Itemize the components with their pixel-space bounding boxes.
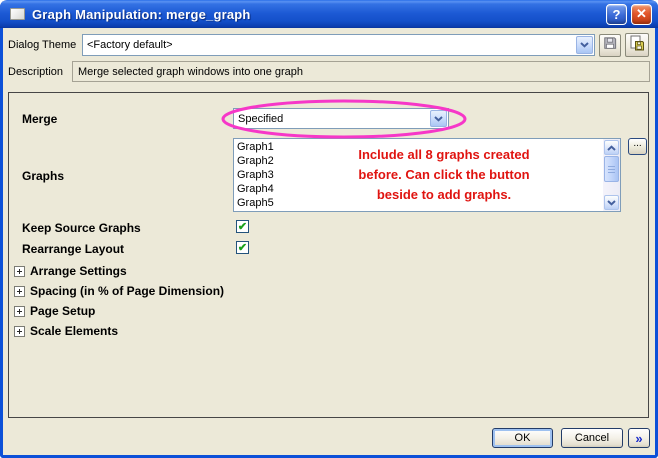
red-note-line: beside to add graphs. bbox=[292, 185, 596, 205]
dialog-theme-value: <Factory default> bbox=[83, 39, 575, 51]
window-icon bbox=[10, 8, 25, 20]
list-item[interactable]: Graph1 bbox=[237, 140, 274, 154]
list-item[interactable]: Graph3 bbox=[237, 168, 274, 182]
red-note-annotation: Include all 8 graphs created before. Can… bbox=[292, 145, 596, 205]
window-title: Graph Manipulation: merge_graph bbox=[32, 7, 606, 22]
expander-spacing[interactable]: Spacing (in % of Page Dimension) bbox=[14, 283, 224, 299]
graphs-listbox[interactable]: Graph1 Graph2 Graph3 Graph4 Graph5 Inclu… bbox=[233, 138, 621, 212]
save-theme-as-button[interactable] bbox=[625, 33, 649, 57]
cancel-button[interactable]: Cancel bbox=[561, 428, 623, 448]
expander-label: Arrange Settings bbox=[30, 264, 127, 278]
title-bar[interactable]: Graph Manipulation: merge_graph ? ✕ bbox=[0, 0, 658, 28]
ok-button[interactable]: OK bbox=[492, 428, 553, 448]
close-button[interactable]: ✕ bbox=[631, 4, 652, 25]
add-graphs-button[interactable]: ... bbox=[628, 138, 647, 155]
red-note-line: Include all 8 graphs created bbox=[292, 145, 596, 165]
rearrange-layout-checkbox[interactable] bbox=[236, 241, 249, 254]
keep-source-graphs-checkbox[interactable] bbox=[236, 220, 249, 233]
expander-arrange-settings[interactable]: Arrange Settings bbox=[14, 263, 127, 279]
scroll-down-icon[interactable] bbox=[604, 195, 619, 210]
scrollbar-thumb[interactable] bbox=[604, 156, 619, 182]
graphs-list: Graph1 Graph2 Graph3 Graph4 Graph5 bbox=[237, 140, 274, 210]
expander-label: Page Setup bbox=[30, 304, 95, 318]
more-options-button[interactable]: » bbox=[628, 428, 650, 448]
description-label: Description bbox=[8, 66, 63, 78]
plus-expand-icon[interactable] bbox=[14, 266, 25, 277]
red-note-line: before. Can click the button bbox=[292, 165, 596, 185]
chevron-down-icon[interactable] bbox=[430, 110, 447, 127]
list-item[interactable]: Graph5 bbox=[237, 196, 274, 210]
rearrange-layout-label: Rearrange Layout bbox=[22, 242, 124, 256]
vertical-scrollbar[interactable] bbox=[603, 139, 620, 211]
floppy-disk-icon bbox=[603, 36, 617, 55]
plus-expand-icon[interactable] bbox=[14, 286, 25, 297]
floppy-disk-page-icon bbox=[629, 35, 645, 56]
chevron-down-icon[interactable] bbox=[576, 36, 593, 54]
expander-page-setup[interactable]: Page Setup bbox=[14, 303, 95, 319]
help-button[interactable]: ? bbox=[606, 4, 627, 25]
dialog-theme-combobox[interactable]: <Factory default> bbox=[82, 34, 595, 56]
expander-label: Spacing (in % of Page Dimension) bbox=[30, 284, 224, 298]
expander-scale-elements[interactable]: Scale Elements bbox=[14, 323, 118, 339]
list-item[interactable]: Graph2 bbox=[237, 154, 274, 168]
merge-label: Merge bbox=[22, 112, 57, 126]
merge-value: Specified bbox=[234, 113, 429, 125]
dialog-window: Graph Manipulation: merge_graph ? ✕ Dial… bbox=[0, 0, 658, 458]
save-theme-button[interactable] bbox=[599, 34, 621, 57]
dialog-theme-label: Dialog Theme bbox=[8, 39, 76, 51]
merge-combobox[interactable]: Specified bbox=[233, 108, 449, 129]
expander-label: Scale Elements bbox=[30, 324, 118, 338]
plus-expand-icon[interactable] bbox=[14, 306, 25, 317]
description-field: Merge selected graph windows into one gr… bbox=[72, 61, 650, 82]
keep-source-graphs-label: Keep Source Graphs bbox=[22, 221, 141, 235]
scroll-up-icon[interactable] bbox=[604, 140, 619, 155]
graphs-label: Graphs bbox=[22, 169, 64, 183]
list-item[interactable]: Graph4 bbox=[237, 182, 274, 196]
plus-expand-icon[interactable] bbox=[14, 326, 25, 337]
